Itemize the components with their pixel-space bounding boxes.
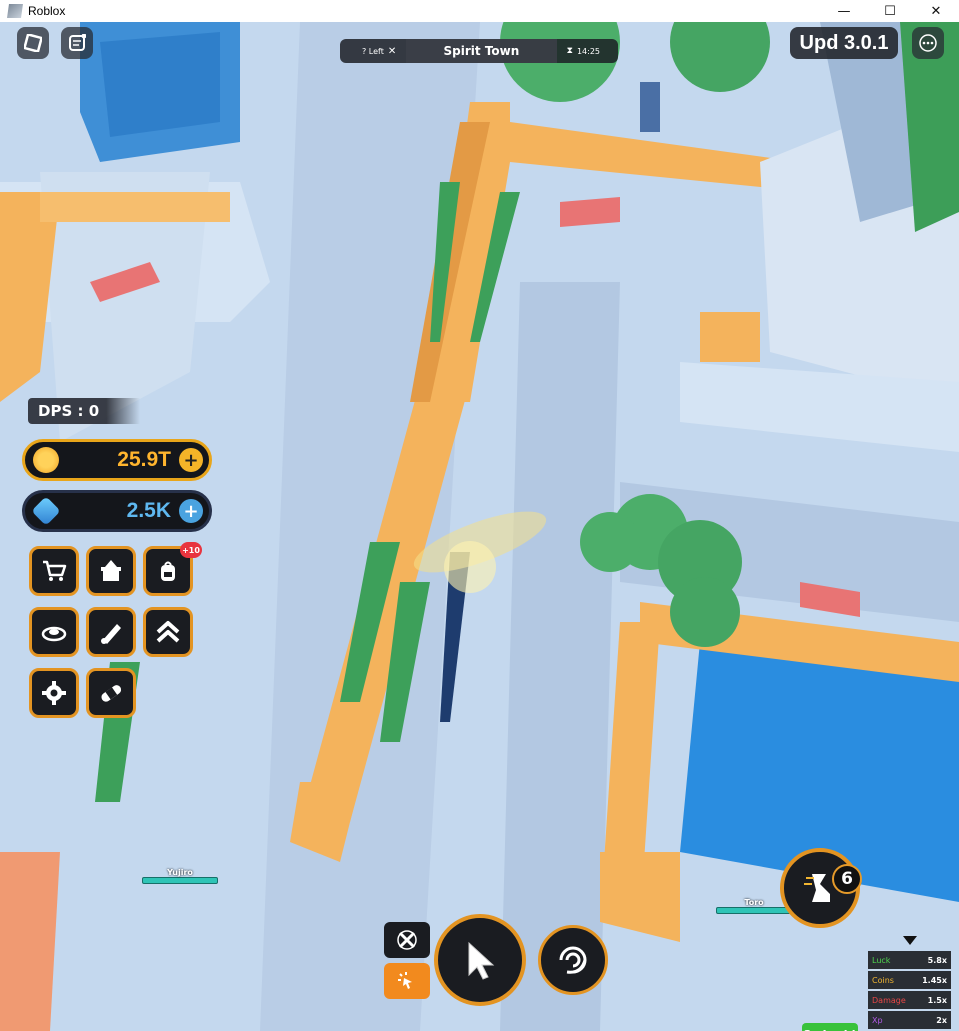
coin-icon — [33, 447, 59, 473]
ability-charges-badge: 6 — [832, 864, 862, 894]
cursor-arrow-icon — [468, 941, 495, 980]
boost-stat-row: Coins 1.45x — [868, 971, 951, 989]
boost-stats-list: Luck5.8xCoins1.45xDamage1.5xXp2xHarmony1 — [868, 951, 951, 1031]
players-left-label: ? Left — [362, 46, 384, 56]
boost-stat-label: Coins — [872, 975, 894, 985]
portal-button[interactable] — [29, 607, 79, 657]
update-version-badge: Upd 3.0.1 — [790, 27, 898, 59]
quests-button[interactable] — [86, 607, 136, 657]
spin-skill-button[interactable] — [538, 925, 608, 995]
gem-icon — [31, 496, 61, 526]
top-status-bar: ? Left ✕ Spirit Town ⧗ 14:25 — [340, 39, 618, 63]
boost-stat-value: 1.5x — [927, 995, 947, 1005]
crossed-swords-icon — [397, 930, 417, 950]
buy-gems-button[interactable]: + — [179, 499, 203, 523]
player-name: Toro — [744, 898, 764, 907]
boost-stats-panel: Luck5.8xCoins1.45xDamage1.5xXp2xHarmony1 — [868, 936, 951, 1031]
upgrade-chevron-icon — [156, 621, 180, 643]
gems-amount: 2.5K — [126, 499, 171, 522]
coins-amount: 25.9T — [117, 448, 171, 471]
click-burst-icon — [398, 972, 412, 989]
buy-coins-button[interactable]: + — [179, 448, 203, 472]
auto-attack-toggle[interactable] — [384, 922, 430, 958]
swords-icon: ✕ — [387, 45, 397, 57]
dps-indicator: DPS : 0 — [28, 398, 140, 424]
chat-button[interactable] — [61, 27, 93, 59]
timer-value: 14:25 — [576, 46, 600, 56]
rewards-button[interactable] — [86, 546, 136, 596]
boost-stat-value: 2x — [936, 1015, 947, 1025]
place-name: Spirit Town — [406, 39, 557, 63]
gems-display: 2.5K + — [22, 490, 212, 532]
auto-click-toggle[interactable] — [384, 963, 430, 999]
boost-stat-row: Luck 5.8x — [868, 951, 951, 969]
luck-boost-button[interactable]: 2x Luck! — [802, 1023, 858, 1031]
boost-stat-value: 5.8x — [927, 955, 947, 965]
boost-stat-row: Xp 2x — [868, 1011, 951, 1029]
coins-display: 25.9T + — [22, 439, 212, 481]
maximize-button[interactable]: ☐ — [867, 0, 913, 22]
inventory-notification-badge: +10 — [180, 542, 202, 558]
collapse-triangle-icon[interactable] — [903, 936, 917, 945]
shop-cart-icon — [43, 560, 67, 581]
codes-button[interactable] — [86, 668, 136, 718]
player-health-bar — [142, 877, 218, 884]
boost-stat-label: Xp — [872, 1015, 883, 1025]
hourglass-icon: ⧗ — [566, 46, 573, 56]
players-left-indicator: ? Left ✕ — [340, 46, 406, 57]
timer: ⧗ 14:25 — [557, 46, 618, 56]
player-nameplate: Yujiro — [142, 868, 218, 884]
player-health-bar — [716, 907, 792, 914]
boost-stat-label: Luck — [872, 955, 891, 965]
settings-button[interactable] — [29, 668, 79, 718]
window-title: Roblox — [28, 4, 66, 18]
boost-stat-value: 1.45x — [922, 975, 947, 985]
gift-icon — [101, 560, 121, 581]
window-titlebar: Roblox — ☐ ✕ — [0, 0, 959, 22]
more-options-button[interactable] — [912, 27, 944, 59]
player-nameplate: Toro — [716, 898, 792, 914]
player-name: Yujiro — [167, 868, 193, 877]
boost-stat-row: Damage 1.5x — [868, 991, 951, 1009]
tornado-icon — [559, 946, 587, 974]
bandage-icon — [101, 685, 122, 702]
close-button[interactable]: ✕ — [913, 0, 959, 22]
chat-icon — [69, 34, 86, 51]
settings-gear-icon — [42, 681, 66, 705]
boost-stat-label: Damage — [872, 995, 906, 1005]
game-viewport[interactable]: ? Left ✕ Spirit Town ⧗ 14:25 Upd 3.0.1 D… — [0, 22, 959, 1031]
minimize-button[interactable]: — — [821, 0, 867, 22]
scroll-icon — [101, 624, 121, 644]
roblox-logo-icon — [7, 4, 23, 18]
window-controls: — ☐ ✕ — [821, 0, 959, 22]
shop-button[interactable] — [29, 546, 79, 596]
portal-icon — [41, 626, 67, 642]
roblox-menu-button[interactable] — [17, 27, 49, 59]
upgrades-button[interactable] — [143, 607, 193, 657]
backpack-icon — [161, 561, 175, 581]
attack-button[interactable] — [434, 914, 526, 1006]
roblox-logo-icon — [24, 34, 42, 52]
more-options-icon — [919, 34, 937, 52]
